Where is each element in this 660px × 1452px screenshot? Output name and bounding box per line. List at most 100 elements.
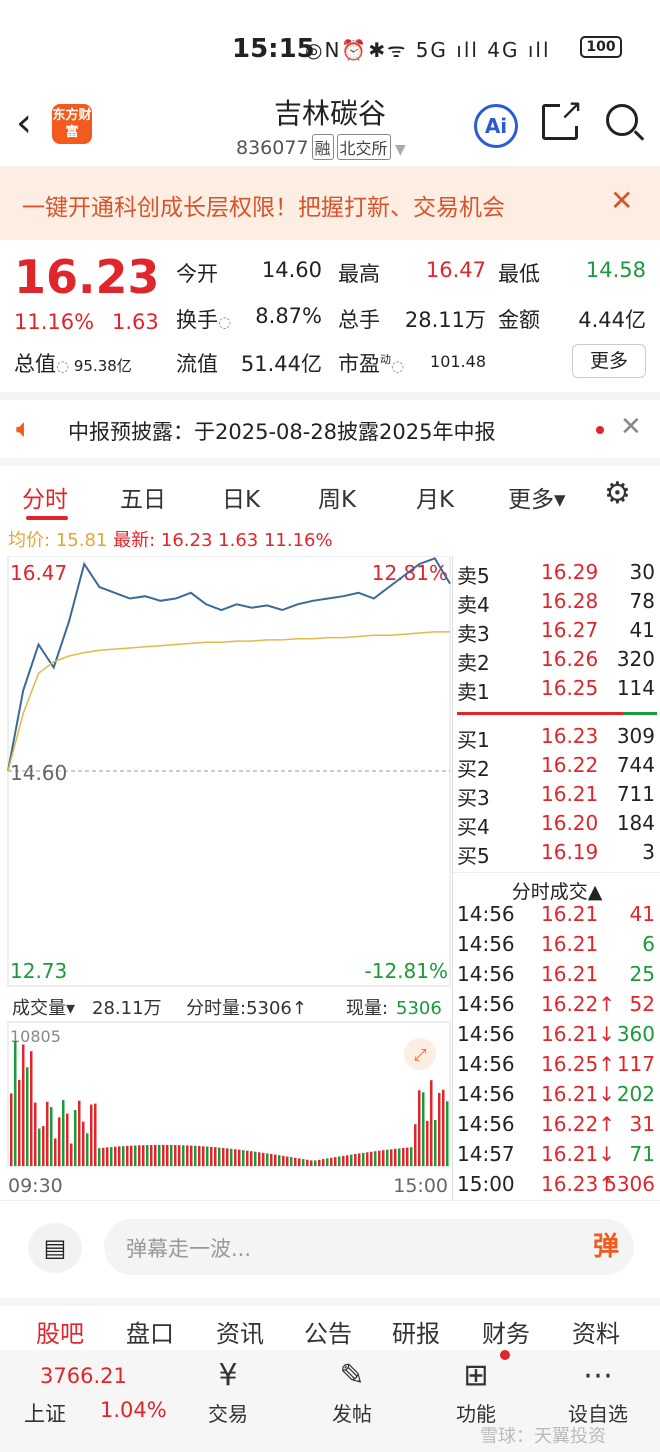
- book-divider: [457, 712, 657, 715]
- nav-post[interactable]: ✎ 发帖: [312, 1358, 392, 1427]
- volume-bar: [326, 1158, 329, 1166]
- trade-time: 14:57: [457, 1142, 515, 1166]
- index-name[interactable]: 上证: [24, 1398, 66, 1428]
- trade-price: 16.21: [541, 932, 599, 956]
- tab-profile[interactable]: 资料: [572, 1314, 620, 1349]
- trades-title[interactable]: 分时成交▲: [453, 872, 660, 904]
- ask-row: 卖2 16.26 320: [457, 647, 657, 676]
- info-tabs: 股吧 盘口 资讯 公告 研报 财务 资料: [0, 1298, 660, 1354]
- float-value: 51.44亿: [240, 352, 322, 376]
- volume-bar: [262, 1152, 265, 1166]
- gear-icon[interactable]: ⚙: [604, 476, 631, 511]
- volume-bar: [66, 1113, 69, 1166]
- low-label: 最低: [498, 262, 540, 286]
- chevron-down-icon[interactable]: ▼: [391, 142, 406, 158]
- more-button[interactable]: 更多: [572, 344, 646, 378]
- ask-volume: 41: [629, 618, 655, 642]
- trade-volume: 6: [642, 932, 655, 956]
- tab-pankou[interactable]: 盘口: [126, 1314, 174, 1349]
- volume-bar: [310, 1160, 313, 1166]
- trade-row: 14:56 16.21↓ 360: [457, 1022, 657, 1052]
- trade-volume: 25: [629, 962, 655, 986]
- trade-time: 14:56: [457, 1022, 515, 1046]
- bid-row: 买5 16.19 3: [457, 840, 657, 869]
- pe-label: 市盈动◌: [338, 352, 405, 376]
- ask-row: 卖1 16.25 114: [457, 676, 657, 705]
- ai-assistant-icon[interactable]: Ai: [474, 104, 518, 148]
- exchange-tag[interactable]: 北交所: [336, 134, 391, 160]
- trade-time: 14:56: [457, 1082, 515, 1106]
- search-icon[interactable]: [606, 104, 638, 136]
- tab-daily-k[interactable]: 日K: [222, 480, 260, 514]
- speaker-icon: 🔈︎: [16, 414, 32, 444]
- ask-volume: 30: [629, 560, 655, 584]
- volume-bar: [74, 1110, 77, 1166]
- watermark: 雪球：天翼投资: [480, 1426, 606, 1447]
- tab-announcements[interactable]: 公告: [304, 1314, 352, 1349]
- volume-bar: [342, 1155, 345, 1166]
- intraday-chart[interactable]: 16.47 12.81% 14.60 12.73 -12.81% 成交量▾ 28…: [0, 555, 452, 1200]
- trade-row: 14:57 16.21↓ 71: [457, 1142, 657, 1172]
- volume-bar: [162, 1144, 165, 1166]
- share-icon[interactable]: [542, 93, 583, 140]
- tab-guba[interactable]: 股吧: [36, 1314, 84, 1349]
- notice-bar[interactable]: 🔈︎ 中报预披露：于2025-08-28披露2025年中报 ✕: [0, 392, 660, 454]
- tab-intraday[interactable]: 分时: [22, 480, 68, 514]
- trade-row: 14:56 16.25↑ 117: [457, 1052, 657, 1082]
- volume-bar: [358, 1153, 361, 1166]
- volume-bar: [214, 1147, 217, 1166]
- yen-icon: ¥: [218, 1358, 238, 1393]
- volume-bar: [354, 1154, 357, 1166]
- volume-bar: [290, 1157, 293, 1166]
- nav-trade[interactable]: ¥ 交易: [188, 1358, 268, 1427]
- volume-total: 28.11万: [92, 998, 162, 1019]
- volume-bar: [442, 1089, 445, 1166]
- bid-row: 买1 16.23 309: [457, 724, 657, 753]
- volume-bar: [142, 1145, 145, 1166]
- tab-news[interactable]: 资讯: [216, 1314, 264, 1349]
- close-icon[interactable]: ✕: [610, 184, 633, 217]
- bottom-nav: 3766.21 上证 1.04% ¥ 交易 ✎ 发帖 ⊞ 功能 ⋯ 设自选 雪球：天翼投…: [0, 1350, 660, 1452]
- tab-weekly-k[interactable]: 周K: [318, 480, 356, 514]
- tab-monthly-k[interactable]: 月K: [416, 480, 454, 514]
- tab-research[interactable]: 研报: [392, 1314, 440, 1349]
- promo-banner[interactable]: 一键开通科创成长层权限！把握打新、交易机会 ✕: [0, 166, 660, 240]
- index-value[interactable]: 3766.21: [40, 1364, 127, 1388]
- volume-bar: [94, 1103, 97, 1166]
- nav-add-watchlist[interactable]: ⋯ 设自选: [558, 1358, 638, 1427]
- ask-label: 卖1: [457, 680, 490, 704]
- barrage-input[interactable]: 弹幕走一波...: [104, 1219, 634, 1275]
- change-percent: 11.16%: [14, 310, 95, 334]
- bid-row: 买3 16.21 711: [457, 782, 657, 811]
- notes-icon[interactable]: ▤: [28, 1223, 82, 1273]
- volume-bar: [170, 1144, 173, 1166]
- chart-svg[interactable]: 16.47 12.81% 14.60 12.73 -12.81% 成交量▾ 28…: [0, 555, 452, 1200]
- barrage-button[interactable]: 弹: [578, 1219, 634, 1275]
- nav-functions[interactable]: ⊞ 功能: [436, 1358, 516, 1427]
- barrage-bar: ▤ 弹幕走一波... 弹: [0, 1200, 660, 1290]
- volume-bar: [82, 1121, 85, 1166]
- notice-text[interactable]: 中报预披露：于2025-08-28披露2025年中报: [68, 416, 495, 446]
- close-icon[interactable]: ✕: [620, 412, 642, 442]
- bid-price: 16.23: [541, 724, 599, 748]
- promo-text[interactable]: 一键开通科创成长层权限！把握打新、交易机会: [22, 188, 505, 222]
- tab-finance[interactable]: 财务: [482, 1314, 530, 1349]
- tab-five-day[interactable]: 五日: [120, 480, 166, 514]
- unread-dot: [500, 1350, 510, 1360]
- bid-volume: 184: [616, 811, 655, 835]
- volume-bar: [122, 1146, 125, 1166]
- volume-bar: [150, 1145, 153, 1166]
- info-icon[interactable]: ◌: [56, 357, 74, 375]
- ask-row: 卖3 16.27 41: [457, 618, 657, 647]
- volume-bar: [286, 1156, 289, 1166]
- trade-time: 14:56: [457, 932, 515, 956]
- tab-more[interactable]: 更多▾: [508, 480, 566, 514]
- volume-bar: [22, 1044, 25, 1166]
- volume-bar: [378, 1150, 381, 1166]
- index-change[interactable]: 1.04%: [100, 1398, 167, 1422]
- active-tab-indicator: [26, 516, 68, 520]
- current-price: 16.23: [14, 250, 160, 304]
- volume-bar: [158, 1144, 161, 1166]
- ask-label: 卖4: [457, 593, 490, 617]
- volume-bar: [30, 1051, 33, 1166]
